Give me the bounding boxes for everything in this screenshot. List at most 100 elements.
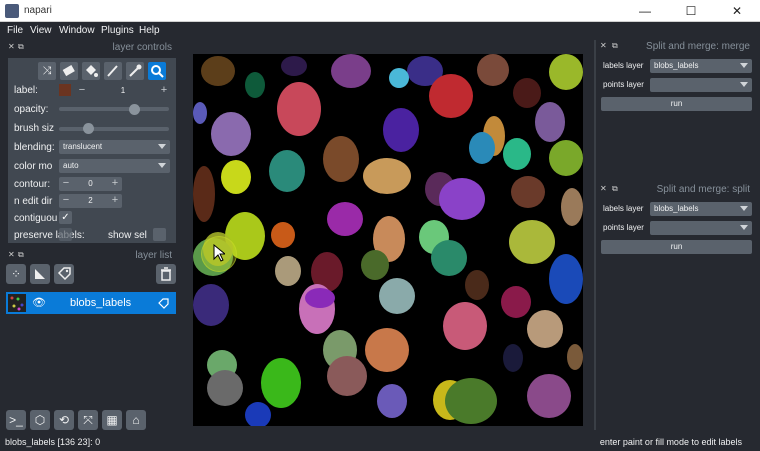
window-titlebar: napari — ☐ ✕ (0, 0, 760, 22)
shapes-icon (35, 269, 45, 279)
points-layer-select[interactable] (650, 221, 752, 235)
layer-thumbnail (8, 294, 26, 312)
menu-plugins[interactable]: Plugins (101, 25, 134, 36)
shuffle-colors-button[interactable]: ⤨ (38, 62, 56, 80)
color-mode-value: auto (63, 161, 79, 170)
close-dock-icon[interactable]: ✕ (8, 42, 15, 51)
n-edit-dim-label: n edit dir (14, 196, 53, 207)
contiguous-checkbox[interactable]: ✓ (59, 211, 72, 224)
contiguous-label: contiguou (14, 213, 58, 224)
color-mode-select[interactable]: auto (59, 159, 170, 173)
layer-controls-header: ✕ ⧉ layer controls (6, 42, 176, 54)
float-dock-icon[interactable]: ⧉ (612, 184, 618, 194)
dock-splitter[interactable] (594, 40, 596, 430)
erase-icon (62, 65, 75, 77)
contour-increment-button[interactable]: + (109, 177, 121, 190)
show-selected-label: show sel (108, 230, 147, 241)
points-layer-select[interactable] (650, 78, 752, 92)
window-title: napari (24, 5, 52, 16)
split-merge-split-panel: labels layer blobs_labels points layer r… (598, 198, 756, 426)
maximize-button[interactable]: ☐ (668, 0, 714, 22)
roll-dimensions-button[interactable]: ⟲ (54, 410, 74, 430)
split-merge-merge-title: Split and merge: merge (646, 41, 750, 52)
home-icon: ⌂ (132, 413, 140, 427)
points-layer-label: points layer (603, 80, 644, 89)
points-layer-label: points layer (603, 223, 644, 232)
menu-file[interactable]: File (7, 25, 23, 36)
n-edit-dim-increment-button[interactable]: + (109, 194, 121, 207)
layer-controls-title: layer controls (112, 42, 172, 53)
labels-layer-label: labels layer (603, 61, 644, 70)
label-tag-icon (57, 267, 71, 281)
label-increment-button[interactable]: + (158, 84, 170, 97)
transpose-dimensions-button[interactable]: ⤧ (78, 410, 98, 430)
float-dock-icon[interactable]: ⧉ (612, 41, 618, 51)
minimize-button[interactable]: — (622, 0, 668, 22)
menu-view[interactable]: View (30, 25, 52, 36)
opacity-slider[interactable] (59, 107, 169, 111)
visibility-eye-icon[interactable]: 👁 (32, 296, 46, 309)
labels-layer-select[interactable]: blobs_labels (650, 59, 752, 73)
roll-icon: ⟲ (58, 413, 70, 427)
trash-icon (161, 267, 171, 281)
fill-button[interactable] (82, 62, 100, 80)
erase-button[interactable] (60, 62, 78, 80)
labels-layer-select[interactable]: blobs_labels (650, 202, 752, 216)
close-dock-icon[interactable]: ✕ (600, 41, 607, 50)
status-help-text: enter paint or fill mode to edit labels (599, 437, 742, 447)
opacity-label: opacity: (14, 104, 49, 115)
show-selected-checkbox[interactable] (153, 228, 166, 241)
chevron-down-icon (158, 144, 166, 149)
layer-list-header: ✕ ⧉ layer list (6, 250, 176, 262)
chevron-down-icon (740, 206, 748, 211)
chevron-down-icon (740, 63, 748, 68)
contour-spinbox[interactable]: − 0 + (59, 177, 122, 191)
run-merge-button[interactable]: run (601, 97, 752, 111)
layer-name[interactable]: blobs_labels (70, 297, 131, 309)
shuffle-icon: ⤨ (42, 65, 52, 77)
mouse-cursor-icon (213, 244, 225, 262)
transpose-icon: ⤧ (83, 413, 93, 427)
n-edit-dim-spinbox[interactable]: − 2 + (59, 194, 122, 208)
toggle-ndisplay-button[interactable]: ⬡ (30, 410, 50, 430)
blending-select[interactable]: translucent (59, 140, 170, 154)
close-button[interactable]: ✕ (714, 0, 760, 22)
label-spinbox[interactable]: − 1 + (74, 84, 172, 98)
new-labels-layer-button[interactable] (54, 264, 74, 284)
zoom-icon (151, 65, 164, 78)
picker-button[interactable] (126, 62, 144, 80)
viewer-canvas[interactable] (193, 54, 583, 426)
fill-icon (86, 65, 98, 77)
close-dock-icon[interactable]: ✕ (600, 184, 607, 193)
brush-size-slider-handle[interactable] (83, 123, 94, 134)
pan-zoom-button[interactable] (148, 62, 166, 80)
napari-app-icon (5, 4, 19, 18)
grid-icon: ▦ (106, 413, 118, 427)
grid-view-button[interactable]: ▦ (102, 410, 122, 430)
brush-size-slider[interactable] (59, 127, 169, 131)
home-button[interactable]: ⌂ (126, 410, 146, 430)
terminal-icon: >_ (9, 413, 23, 427)
status-bar: blobs_labels [136 23]: 0 enter paint or … (0, 432, 760, 451)
run-split-button[interactable]: run (601, 240, 752, 254)
layer-row[interactable]: 👁 blobs_labels (6, 292, 176, 314)
delete-layer-button[interactable] (156, 264, 176, 284)
split-merge-split-header: ✕ ⧉ Split and merge: split (598, 184, 754, 196)
float-dock-icon[interactable]: ⧉ (18, 42, 24, 52)
points-icon: ⁘ (10, 267, 22, 281)
layer-list-title: layer list (135, 250, 172, 261)
menu-window[interactable]: Window (59, 25, 95, 36)
split-merge-merge-panel: labels layer blobs_labels points layer r… (598, 56, 756, 176)
preserve-labels-checkbox[interactable] (59, 228, 72, 241)
console-button[interactable]: >_ (6, 410, 26, 430)
layer-list-panel: 👁 blobs_labels (6, 288, 176, 400)
new-shapes-layer-button[interactable] (30, 264, 50, 284)
menu-help[interactable]: Help (139, 25, 160, 36)
status-coordinates: blobs_labels [136 23]: 0 (5, 437, 101, 447)
picker-icon (129, 64, 142, 77)
paint-button[interactable] (104, 62, 122, 80)
float-dock-icon[interactable]: ⧉ (18, 250, 24, 260)
opacity-slider-handle[interactable] (129, 104, 140, 115)
new-points-layer-button[interactable]: ⁘ (6, 264, 26, 284)
close-dock-icon[interactable]: ✕ (8, 250, 15, 259)
